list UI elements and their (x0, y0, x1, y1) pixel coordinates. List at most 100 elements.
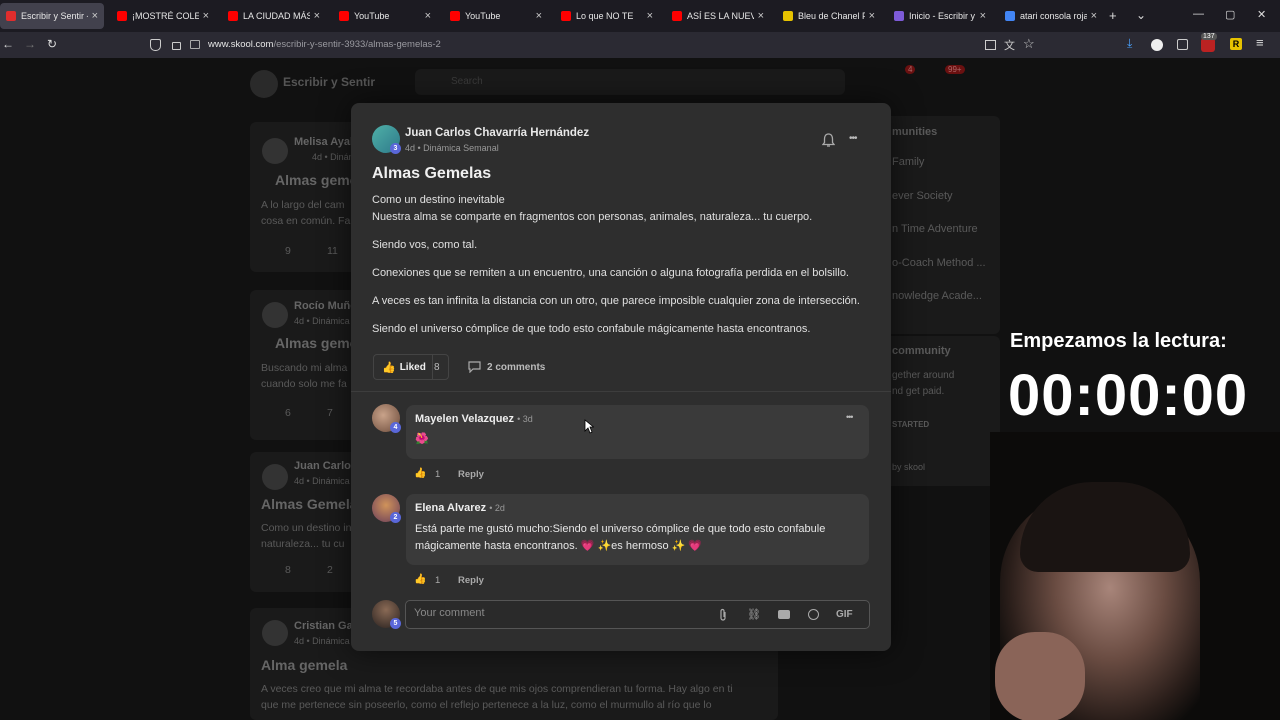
reply-button[interactable]: Reply (458, 469, 484, 480)
tab-close-icon[interactable]: × (203, 10, 209, 22)
post-body-line: Siendo vos, como tal. (372, 239, 478, 251)
browser-tab[interactable]: ¡MOSTRÉ COLECCI × (111, 3, 215, 29)
tab-close-icon[interactable]: × (425, 10, 431, 22)
tab-close-icon[interactable]: × (647, 10, 653, 22)
community-item[interactable]: o-Coach Method ... (892, 257, 986, 269)
emoji-icon[interactable] (808, 609, 819, 620)
browser-tab[interactable]: LA CIUDAD MÁS F × (222, 3, 326, 29)
url-field[interactable]: www.skool.com/escribir-y-sentir-3933/alm… (208, 39, 441, 50)
tab-close-icon[interactable]: × (536, 10, 542, 22)
powered-by: by skool (892, 462, 926, 472)
window-close-button[interactable]: ✕ (1257, 8, 1266, 21)
reader-view-icon[interactable] (985, 40, 996, 50)
post-title: Almas geme (275, 335, 358, 351)
search-box[interactable]: Search (415, 69, 845, 95)
link-icon[interactable]: ⛓ (747, 608, 761, 621)
ublock-icon[interactable] (1201, 38, 1215, 52)
extensions-icon[interactable] (1177, 39, 1188, 50)
communities-panel: munities Family ever Society n Time Adve… (880, 116, 1000, 334)
page-info-icon[interactable] (190, 40, 200, 49)
post-title: Almas Gemela (261, 496, 358, 512)
window-minimize-button[interactable]: — (1193, 8, 1204, 20)
browser-tab[interactable]: Lo que NO TE × (555, 3, 659, 29)
browser-tab[interactable]: Escribir y Sentir - Di × (0, 3, 104, 29)
reload-icon[interactable]: ↻ (47, 37, 57, 51)
post-more-button[interactable]: ••• (849, 133, 857, 144)
tab-favicon-icon (117, 11, 127, 21)
tab-close-icon[interactable]: × (92, 10, 98, 22)
comment-author[interactable]: Elena Alvarez • 2d (415, 502, 505, 514)
panel-title: munities (892, 126, 938, 138)
account-icon[interactable] (1151, 39, 1163, 51)
comment-box[interactable]: ⛓ GIF (405, 600, 870, 629)
browser-tab[interactable]: atari consola roja y × (999, 3, 1103, 29)
extension-badge: 137 (1201, 33, 1217, 40)
browser-tab[interactable]: YouTube × (444, 3, 548, 29)
thumbs-up-icon: 👍 (382, 361, 396, 374)
like-divider (432, 354, 433, 380)
bookmark-star-icon[interactable]: ☆ (1023, 36, 1035, 52)
window-maximize-button[interactable]: ▢ (1225, 8, 1235, 21)
comment-input[interactable] (414, 607, 704, 619)
commenter-level-badge: 2 (390, 512, 401, 523)
panel-text: gether around (892, 370, 955, 381)
community-item[interactable]: Family (892, 156, 924, 168)
browser-tab-bar: Escribir y Sentir - Di×¡MOSTRÉ COLECCI×L… (0, 0, 1280, 32)
post-author-name[interactable]: Juan Carlos Chavarría Hernández (405, 127, 589, 139)
tab-close-icon[interactable]: × (1091, 10, 1097, 22)
comment-more-button[interactable]: ••• (846, 412, 854, 422)
comment-author-name: Mayelen Velazquez (415, 413, 515, 425)
tab-close-icon[interactable]: × (980, 10, 986, 22)
forward-icon[interactable]: → (24, 37, 36, 51)
r-extension-icon[interactable]: R (1230, 38, 1242, 50)
streamer-hair (1020, 482, 1190, 572)
post-excerpt: Como un destino in (261, 522, 352, 534)
community-item[interactable]: nowledge Acade... (892, 290, 982, 302)
community-item[interactable]: ever Society (892, 190, 953, 202)
like-count[interactable]: 8 (434, 362, 440, 373)
browser-tab[interactable]: YouTube × (333, 3, 437, 29)
comment-icon[interactable] (468, 361, 481, 373)
menu-icon[interactable]: ≡ (1256, 35, 1264, 50)
tab-close-icon[interactable]: × (314, 10, 320, 22)
tab-close-icon[interactable]: × (869, 10, 875, 22)
browser-tab[interactable]: Bleu de Chanel Parf × (777, 3, 881, 29)
community-item[interactable]: n Time Adventure (892, 223, 978, 235)
downloads-icon[interactable]: ⤓ (1127, 36, 1132, 51)
post-excerpt: cuando solo me fa (261, 378, 347, 390)
browser-tab[interactable]: ASÍ ES LA NUEV × (666, 3, 770, 29)
gif-button[interactable]: GIF (836, 609, 853, 620)
comment-time: • 3d (517, 414, 533, 424)
reply-button[interactable]: Reply (458, 575, 484, 586)
post-modal: 3 Juan Carlos Chavarría Hernández 4d • D… (351, 103, 891, 651)
video-icon[interactable] (778, 610, 790, 619)
mouse-cursor-icon (584, 419, 594, 434)
tab-favicon-icon (228, 11, 238, 21)
attachment-icon[interactable] (718, 608, 728, 622)
browser-tab[interactable]: Inicio - Escribir y Se × (888, 3, 992, 29)
post-excerpt: cosa en común. Fa (261, 215, 351, 227)
comment-count: 2 (327, 564, 333, 576)
bell-icon[interactable] (822, 133, 835, 148)
tab-label: Escribir y Sentir - Di (21, 11, 88, 21)
tab-label: ASÍ ES LA NUEV (687, 11, 754, 21)
comment-text: Está parte me gustó mucho:Siendo el univ… (415, 523, 826, 535)
comment-like-count: 1 (435, 575, 441, 586)
avatar (262, 464, 288, 490)
thumbs-up-icon[interactable]: 👍 (414, 468, 426, 479)
comment-author[interactable]: Mayelen Velazquez • 3d (415, 413, 533, 425)
back-icon[interactable]: ← (2, 37, 14, 51)
tab-favicon-icon (672, 11, 682, 21)
tab-list-button[interactable]: ⌄ (1136, 8, 1146, 22)
lock-icon[interactable] (172, 42, 181, 50)
get-started-button[interactable]: STARTED (892, 420, 929, 429)
comment-count: 7 (327, 407, 333, 419)
group-name[interactable]: Escribir y Sentir (283, 75, 375, 89)
tab-favicon-icon (894, 11, 904, 21)
tab-close-icon[interactable]: × (758, 10, 764, 22)
translate-icon[interactable]: 文 (1004, 37, 1015, 53)
thumbs-up-icon[interactable]: 👍 (414, 574, 426, 585)
shield-icon[interactable] (150, 39, 161, 51)
comments-count-label[interactable]: 2 comments (487, 362, 545, 373)
new-tab-button[interactable]: + (1109, 8, 1117, 23)
